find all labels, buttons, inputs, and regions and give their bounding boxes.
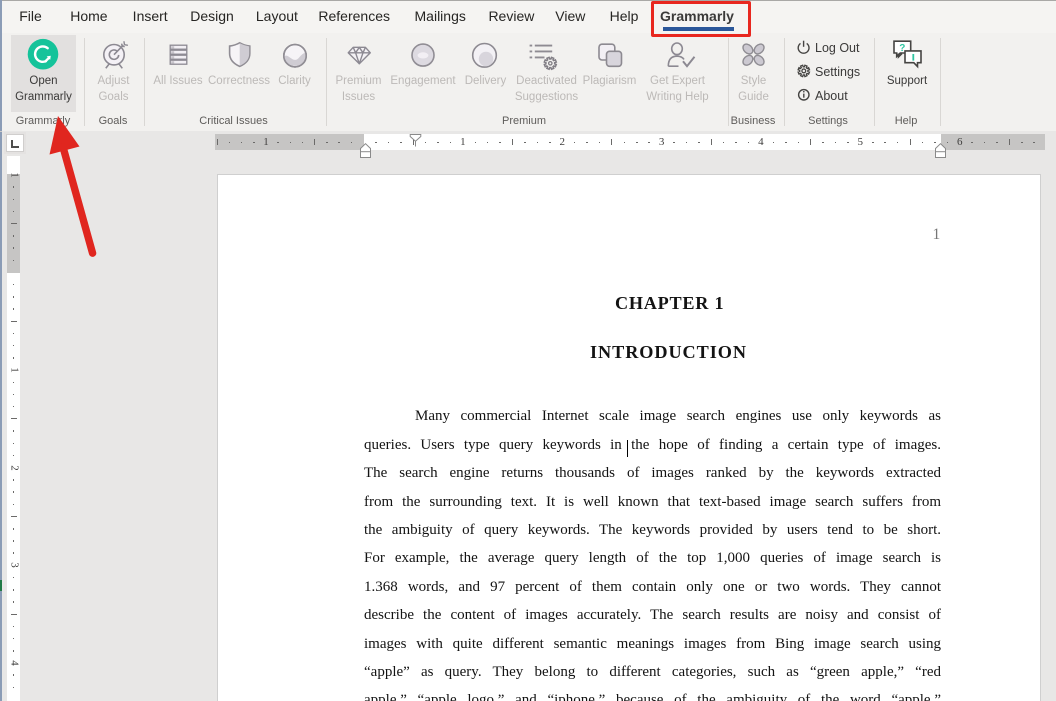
svg-text:?: ? — [899, 43, 905, 54]
